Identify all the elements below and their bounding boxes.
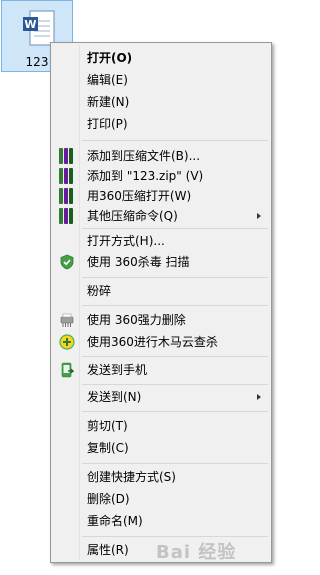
- menu-item-send-to-phone[interactable]: 发送到手机: [53, 359, 269, 381]
- archive-books-icon: [59, 208, 75, 224]
- archive-books-icon: [59, 188, 75, 204]
- menu-item-label: 剪切(T): [87, 419, 128, 433]
- menu-item-label: 使用 360杀毒 扫描: [87, 255, 190, 269]
- menu-item-open-with-360zip[interactable]: 用360压缩打开(W): [53, 185, 269, 207]
- menu-item-delete[interactable]: 删除(D): [53, 488, 269, 510]
- submenu-arrow-icon: [257, 213, 261, 219]
- archive-books-icon: [59, 168, 75, 184]
- menu-item-label: 重命名(M): [87, 514, 143, 528]
- menu-separator: [82, 356, 268, 357]
- 360-security-icon: [59, 334, 75, 350]
- menu-item-open-with[interactable]: 打开方式(H)...: [53, 230, 269, 252]
- menu-item-label: 用360压缩打开(W): [87, 189, 192, 203]
- menu-item-open[interactable]: 打开(O): [53, 47, 269, 69]
- context-menu: 打开(O) 编辑(E) 新建(N) 打印(P) 添加到压缩文件(B)... 添加…: [50, 42, 272, 563]
- menu-item-new[interactable]: 新建(N): [53, 91, 269, 113]
- menu-item-label: 新建(N): [87, 95, 130, 109]
- shield-icon: [60, 254, 74, 270]
- menu-item-add-to-archive[interactable]: 添加到压缩文件(B)...: [53, 145, 269, 167]
- menu-item-create-shortcut[interactable]: 创建快捷方式(S): [53, 466, 269, 488]
- menu-item-cut[interactable]: 剪切(T): [53, 415, 269, 437]
- menu-separator: [82, 140, 268, 141]
- menu-item-label: 编辑(E): [87, 73, 128, 87]
- send-to-phone-icon: [61, 362, 75, 378]
- menu-item-label: 复制(C): [87, 441, 129, 455]
- menu-item-shred[interactable]: 粉碎: [53, 280, 269, 302]
- menu-item-label: 删除(D): [87, 492, 130, 506]
- menu-item-label: 使用 360强力删除: [87, 313, 186, 327]
- menu-item-360-antivirus-scan[interactable]: 使用 360杀毒 扫描: [53, 251, 269, 273]
- menu-separator: [82, 536, 268, 537]
- menu-item-label: 添加到压缩文件(B)...: [87, 149, 201, 163]
- menu-separator: [82, 228, 268, 229]
- menu-item-label: 粉碎: [87, 284, 112, 298]
- menu-separator: [82, 411, 268, 412]
- menu-item-label: 发送到手机: [87, 363, 148, 377]
- menu-separator: [82, 305, 268, 306]
- menu-item-rename[interactable]: 重命名(M): [53, 510, 269, 532]
- menu-separator: [82, 277, 268, 278]
- menu-item-label: 属性(R): [87, 543, 129, 557]
- menu-item-add-to-zip[interactable]: 添加到 "123.zip" (V): [53, 165, 269, 187]
- baidu-watermark: Bai 经验: [156, 542, 237, 563]
- menu-item-print[interactable]: 打印(P): [53, 113, 269, 135]
- menu-item-label: 使用360进行木马云查杀: [87, 335, 218, 349]
- menu-item-label: 打印(P): [87, 117, 128, 131]
- menu-item-label: 打开方式(H)...: [87, 234, 165, 248]
- menu-item-edit[interactable]: 编辑(E): [53, 69, 269, 91]
- menu-item-label: 创建快捷方式(S): [87, 470, 176, 484]
- menu-separator: [82, 384, 268, 385]
- menu-item-copy[interactable]: 复制(C): [53, 437, 269, 459]
- menu-item-send-to[interactable]: 发送到(N): [53, 386, 269, 408]
- menu-separator: [82, 463, 268, 464]
- menu-item-other-compress[interactable]: 其他压缩命令(Q): [53, 205, 269, 227]
- menu-item-360-force-delete[interactable]: 使用 360强力删除: [53, 309, 269, 331]
- menu-item-label: 打开(O): [87, 51, 133, 65]
- menu-item-label: 其他压缩命令(Q): [87, 209, 178, 223]
- submenu-arrow-icon: [257, 394, 261, 400]
- archive-books-icon: [59, 148, 75, 164]
- menu-item-label: 添加到 "123.zip" (V): [87, 169, 204, 183]
- svg-text:W: W: [24, 18, 36, 31]
- menu-item-360-trojan-scan[interactable]: 使用360进行木马云查杀: [53, 331, 269, 353]
- shredder-icon: [60, 313, 74, 327]
- menu-item-label: 发送到(N): [87, 390, 142, 404]
